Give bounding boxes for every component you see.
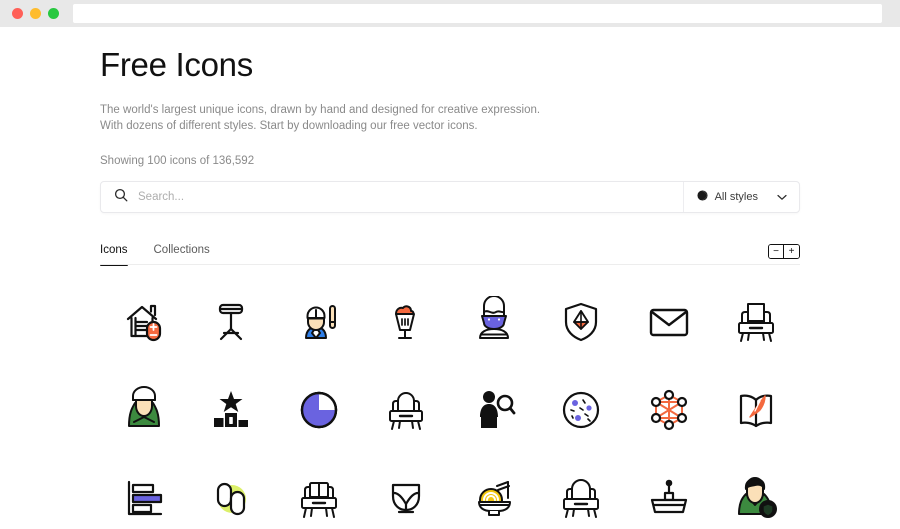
page-subtitle-line-1: The world's largest unique icons, drawn … [100, 104, 541, 116]
search-bar: All styles [100, 181, 800, 213]
house-energy-meter-icon[interactable] [100, 291, 188, 353]
pie-chart-icon[interactable] [275, 379, 363, 441]
page-content: Free Icons The world's largest unique ic… [100, 27, 800, 529]
maximize-window-button[interactable] [48, 8, 59, 19]
tabs-bar: Icons Collections − + [100, 239, 800, 266]
person-search-icon[interactable] [450, 379, 538, 441]
podium-star-icon[interactable] [188, 379, 276, 441]
browser-url-bar[interactable] [73, 4, 882, 23]
tab-icons[interactable]: Icons [100, 243, 128, 266]
style-filter-label: All styles [714, 191, 758, 203]
half-filled-circle-icon [697, 188, 708, 206]
zoom-out-button[interactable]: − [769, 245, 784, 258]
person-face-mask-icon[interactable] [450, 291, 538, 353]
petri-dish-icon[interactable] [538, 379, 626, 441]
minimize-window-button[interactable] [30, 8, 41, 19]
zoom-controls: − + [768, 244, 800, 259]
window-traffic-lights [12, 8, 59, 19]
search-input[interactable] [136, 182, 683, 212]
network-nodes-icon[interactable] [625, 379, 713, 441]
tabs-list: Icons Collections [100, 239, 210, 266]
search-input-wrapper [101, 182, 683, 212]
envelope-icon[interactable] [625, 291, 713, 353]
results-count-label: Showing 100 icons of 136,592 [100, 155, 255, 167]
style-filter-dropdown[interactable]: All styles [682, 182, 799, 212]
page-title: Free Icons [100, 46, 253, 83]
zoom-in-button[interactable]: + [784, 245, 799, 258]
baseball-player-icon[interactable] [275, 291, 363, 353]
shield-diamond-icon[interactable] [538, 291, 626, 353]
icon-grid [100, 291, 800, 529]
page-container: Free Icons The world's largest unique ic… [0, 27, 900, 520]
book-quill-icon[interactable] [713, 379, 801, 441]
drum-stool-icon[interactable] [188, 291, 276, 353]
search-icon [114, 188, 128, 207]
chevron-down-icon [777, 188, 787, 206]
browser-chrome [0, 0, 900, 27]
tab-collections[interactable]: Collections [154, 243, 210, 265]
page-subtitle: The world's largest unique icons, drawn … [100, 85, 800, 134]
close-window-button[interactable] [12, 8, 23, 19]
page-subtitle-line-2: With dozens of different styles. Start b… [100, 120, 478, 132]
bench-seat-icon[interactable] [363, 379, 451, 441]
tabs-underline [100, 264, 800, 265]
armchair-icon[interactable] [713, 291, 801, 353]
milkshake-icon[interactable] [363, 291, 451, 353]
soldier-avatar-icon[interactable] [100, 379, 188, 441]
